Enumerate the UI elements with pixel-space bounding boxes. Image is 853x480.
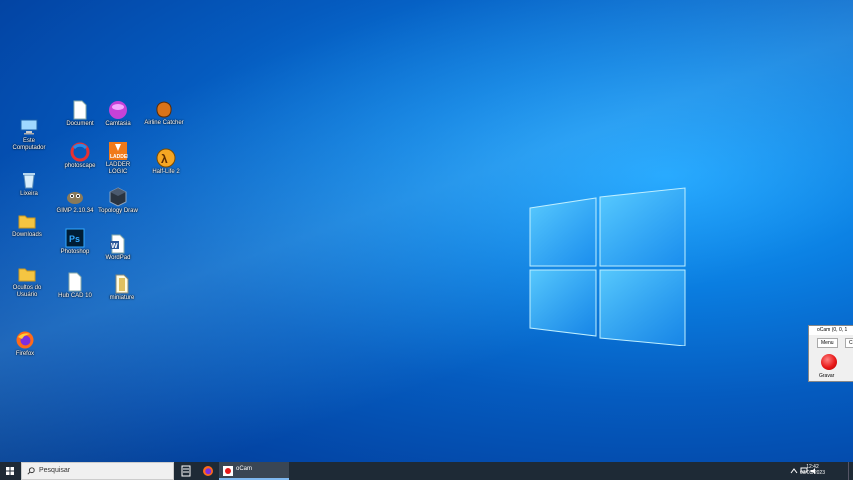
icon-label: Document xyxy=(66,121,94,127)
desktop: Este Computador Lixeira Downloads Oculto… xyxy=(0,0,853,462)
icon-label: Topology Draw xyxy=(98,208,138,214)
icon-label: Photoshop xyxy=(60,249,90,255)
taskbar: Pesquisar oCam 12:42 07/05/2023 xyxy=(0,462,853,480)
desktop-icon-downloads[interactable]: Downloads xyxy=(7,211,47,239)
desktop-icon-photoscape[interactable]: photoscape xyxy=(60,142,100,170)
folder-icon xyxy=(18,268,36,282)
search-box[interactable]: Pesquisar xyxy=(21,462,174,480)
firefox-taskbar-icon[interactable] xyxy=(202,465,214,477)
camtasia-icon xyxy=(109,101,127,119)
desktop-icon-wordpad[interactable]: W WordPad xyxy=(98,234,138,262)
icon-label: photoscape xyxy=(64,163,96,169)
taskbar-app-label: oCam xyxy=(236,466,253,472)
glove-icon xyxy=(156,101,172,118)
svg-text:W: W xyxy=(111,243,118,250)
clock-date: 07/05/2023 xyxy=(799,470,825,476)
desktop-icon-recycle-bin[interactable]: Lixeira xyxy=(9,170,49,198)
ocam-tab-capture[interactable]: Cr xyxy=(845,338,853,348)
half-life-icon: λ xyxy=(156,148,176,168)
photoscape-icon xyxy=(70,142,90,162)
photoshop-icon: Ps xyxy=(65,228,85,248)
desktop-icon-this-pc[interactable]: Este Computador xyxy=(9,117,49,152)
clock[interactable]: 12:42 07/05/2023 xyxy=(800,464,825,476)
desktop-icon-photoshop[interactable]: Ps Photoshop xyxy=(55,228,95,256)
show-desktop-button[interactable] xyxy=(848,462,853,480)
folder-icon xyxy=(18,215,36,229)
desktop-icon-document[interactable]: Document xyxy=(60,100,100,128)
desktop-icon-airline[interactable]: Airline Catcher xyxy=(144,99,184,127)
icon-label: Este Computador xyxy=(12,138,46,151)
windows-logo xyxy=(529,187,686,346)
word-icon: W xyxy=(110,234,125,254)
desktop-icon-user-folder[interactable]: Ocultos do Usuário xyxy=(7,264,47,299)
icon-label: Downloads xyxy=(12,232,42,238)
recycle-bin-icon xyxy=(23,173,35,189)
wallpaper-light-beam xyxy=(0,0,853,462)
icon-label: Ocultos do Usuário xyxy=(12,285,42,298)
ladder-icon: LADDER xyxy=(109,142,128,160)
desktop-icon-half-life[interactable]: λ Half-Life 2 xyxy=(146,148,186,176)
chevron-up-icon[interactable] xyxy=(790,467,798,475)
icon-label: LADDER LOGIC xyxy=(105,162,131,175)
icon-label: Camtasia xyxy=(105,121,131,127)
desktop-icon-ladder[interactable]: LADDER LADDER LOGIC xyxy=(98,141,138,176)
record-button[interactable] xyxy=(821,354,837,370)
icon-label: miniature xyxy=(109,295,135,301)
desktop-icon-gimp[interactable]: GIMP 2.10.34 xyxy=(55,187,95,215)
icon-label: Hub CAD 10 xyxy=(58,293,92,299)
desktop-icon-firefox[interactable]: Firefox xyxy=(5,330,45,358)
icon-label: Lixeira xyxy=(20,191,38,197)
ocam-icon xyxy=(223,466,233,476)
cube-icon xyxy=(109,187,127,207)
firefox-icon xyxy=(16,331,34,349)
desktop-icon-miniature[interactable]: miniature xyxy=(102,274,142,302)
icon-label: Firefox xyxy=(15,351,35,357)
svg-text:Ps: Ps xyxy=(69,234,80,244)
ocam-window-title: oCam (0, 0, 1 xyxy=(809,326,853,335)
computer-icon xyxy=(20,119,38,135)
file-icon xyxy=(73,100,87,120)
icon-label: Airline Catcher xyxy=(144,120,184,126)
file-icon xyxy=(115,274,129,294)
gimp-icon xyxy=(67,192,83,204)
search-placeholder: Pesquisar xyxy=(39,467,71,474)
record-label: Gravar xyxy=(819,373,835,379)
ocam-tab-menu[interactable]: Menu xyxy=(817,338,838,348)
start-button[interactable] xyxy=(0,462,20,480)
icon-label: Half-Life 2 xyxy=(152,169,180,175)
task-view-icon[interactable] xyxy=(180,465,192,477)
desktop-icon-hub-cad[interactable]: Hub CAD 10 xyxy=(55,272,95,300)
svg-text:LADDER: LADDER xyxy=(110,154,128,160)
search-icon xyxy=(27,467,35,475)
icon-label: WordPad xyxy=(105,255,131,261)
taskbar-app-ocam[interactable]: oCam xyxy=(219,462,289,480)
desktop-icon-camtasia[interactable]: Camtasia xyxy=(98,100,138,128)
svg-text:λ: λ xyxy=(161,152,168,166)
icon-label: GIMP 2.10.34 xyxy=(56,208,94,214)
ocam-window[interactable]: oCam (0, 0, 1 Menu Cr Gravar xyxy=(808,325,853,382)
file-icon xyxy=(68,272,82,292)
desktop-icon-topology[interactable]: Topology Draw xyxy=(98,187,138,215)
